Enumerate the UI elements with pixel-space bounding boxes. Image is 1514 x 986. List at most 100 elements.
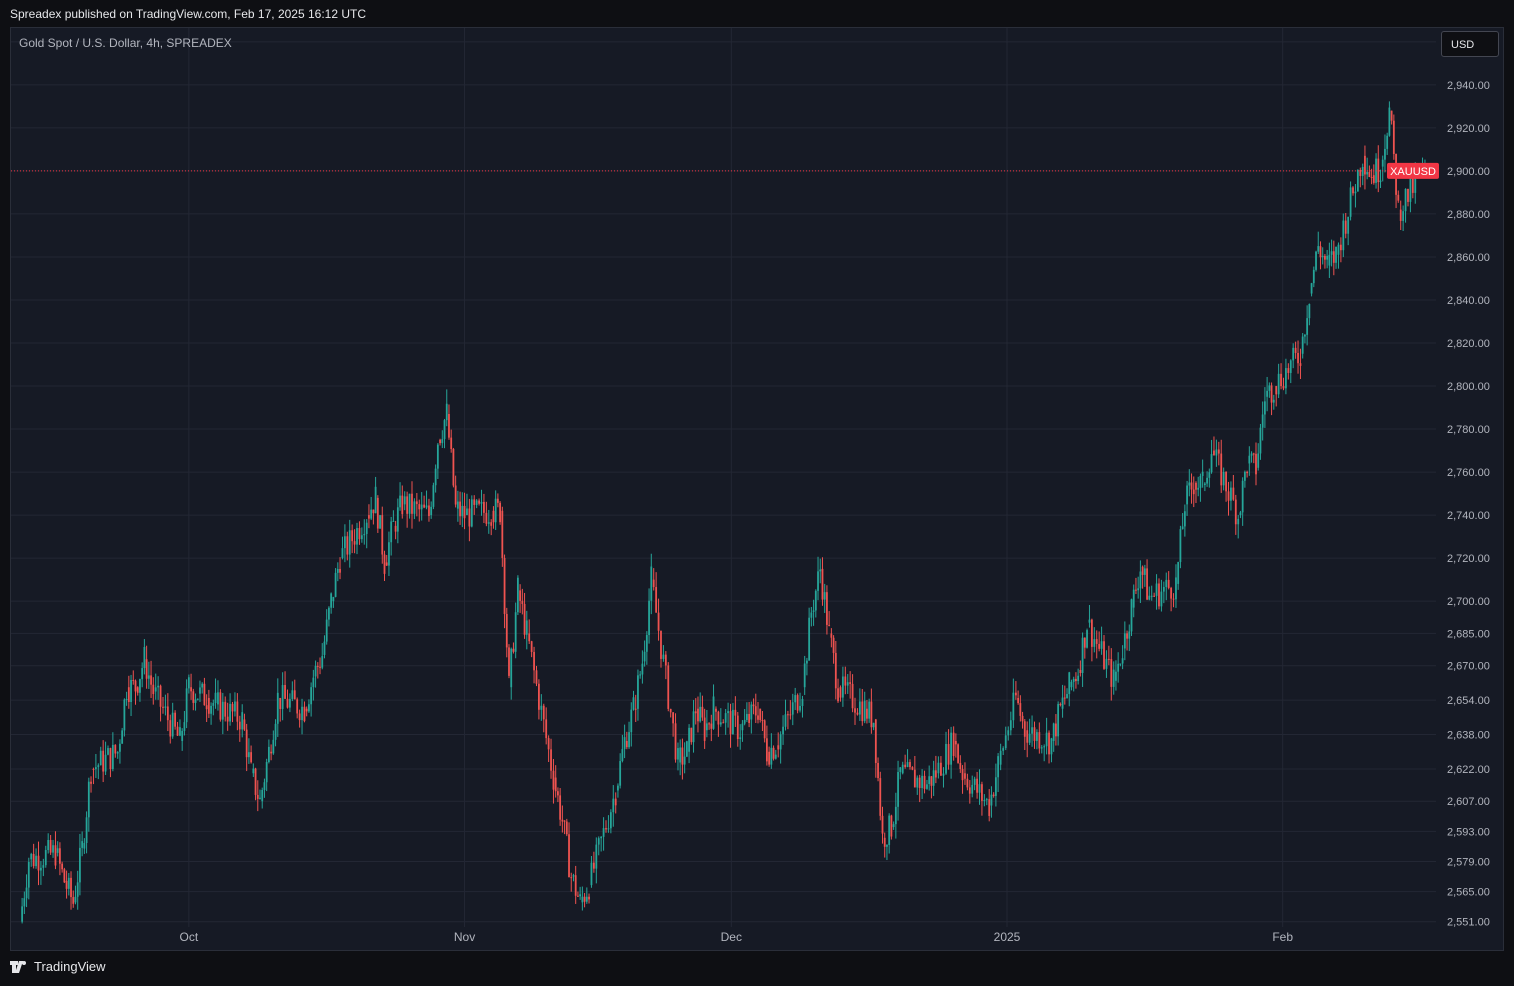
candle-body [67, 877, 70, 889]
candle-body [605, 828, 607, 830]
candle-body [1352, 187, 1354, 194]
candle-body [856, 712, 859, 715]
candle-body [286, 698, 289, 708]
x-tick-label: Dec [721, 930, 742, 944]
candle-body [1342, 220, 1345, 251]
candle-body [1137, 588, 1140, 591]
candle-body [310, 687, 313, 705]
candle-body [1337, 244, 1340, 255]
candle-body [44, 850, 47, 866]
candle-body [600, 836, 603, 839]
candle-body [1079, 669, 1082, 674]
candle-body [136, 687, 139, 693]
candle-body [234, 701, 236, 712]
candle-body [973, 778, 976, 785]
candle-body [1268, 385, 1271, 391]
candle-body [677, 748, 679, 760]
candle-body [655, 587, 658, 613]
y-tick-label: 2,840.00 [1447, 295, 1490, 307]
candle-body [70, 877, 72, 898]
candle-body [1208, 472, 1211, 478]
candle-body [954, 740, 957, 745]
candle-body [1354, 191, 1357, 194]
candle-body [791, 702, 794, 715]
candle-body [1220, 453, 1223, 486]
candle-body [420, 504, 423, 510]
candle-body [90, 781, 92, 784]
candle-body [592, 862, 595, 869]
candle-body [866, 708, 868, 719]
candle-body [918, 777, 921, 789]
candle-body [568, 834, 570, 878]
candle-body [717, 711, 720, 725]
candle-body [1310, 283, 1313, 294]
candle-body [1261, 414, 1264, 428]
candle-body [787, 714, 789, 716]
candle-body [430, 506, 433, 516]
candle-body [134, 680, 137, 692]
candle-body [485, 512, 488, 524]
candle-body [623, 737, 626, 750]
candle-body [199, 687, 201, 694]
candle-body [408, 493, 411, 514]
y-tick-label: 2,654.00 [1447, 695, 1490, 707]
candle-body [1160, 591, 1163, 607]
candle-body [181, 730, 184, 741]
candle-body [415, 501, 418, 505]
candle-body [1077, 675, 1080, 682]
candle-body [1179, 529, 1182, 563]
candle-body [119, 743, 121, 752]
candle-body [552, 770, 555, 790]
candle-body [913, 769, 916, 788]
candlestick-chart[interactable]: 2,960.002,940.002,920.002,900.002,880.00… [11, 28, 1504, 951]
candle-body [614, 798, 617, 806]
candle-body [21, 906, 24, 922]
candle-body [411, 493, 413, 514]
candle-body [383, 554, 386, 574]
candle-body [196, 698, 199, 700]
candle-body [1404, 188, 1407, 212]
candle-body [934, 770, 937, 778]
candle-body [1158, 583, 1160, 607]
candle-body [1328, 254, 1331, 266]
candle-body [445, 403, 448, 421]
candle-body [583, 896, 586, 902]
chart-panel[interactable]: 2,960.002,940.002,920.002,900.002,880.00… [10, 27, 1504, 951]
candle-body [837, 688, 839, 702]
candle-body [542, 705, 545, 720]
candle-body [846, 682, 849, 686]
candle-body [475, 500, 478, 505]
candle-body [394, 525, 397, 532]
candle-body [1234, 499, 1237, 525]
candle-body [1297, 352, 1299, 364]
candle-body [679, 747, 682, 763]
candle-body [1259, 427, 1262, 454]
candle-body [1257, 453, 1260, 468]
candle-body [454, 485, 457, 505]
candle-body [296, 699, 299, 714]
candle-body [87, 781, 90, 818]
candle-body [799, 705, 801, 711]
tradingview-brand[interactable]: TradingView [10, 959, 106, 974]
candle-body [1201, 471, 1204, 476]
candle-body [1330, 251, 1333, 255]
candle-body [1392, 120, 1395, 154]
candle-body [503, 557, 506, 614]
candle-body [701, 706, 704, 718]
candle-body [456, 501, 459, 509]
candle-body [221, 701, 224, 720]
candle-body [801, 698, 804, 706]
candle-body [669, 708, 672, 713]
y-tick-label: 2,565.00 [1447, 887, 1490, 899]
candle-body [950, 732, 953, 765]
candle-body [63, 869, 66, 883]
candle-body [585, 896, 588, 902]
candle-body [339, 568, 341, 573]
candle-body [810, 612, 813, 618]
currency-button[interactable]: USD [1441, 31, 1499, 57]
candle-body [715, 708, 717, 712]
candle-body [23, 898, 26, 907]
candle-body [1197, 487, 1200, 490]
candle-body [104, 754, 107, 772]
candle-body [418, 504, 421, 510]
